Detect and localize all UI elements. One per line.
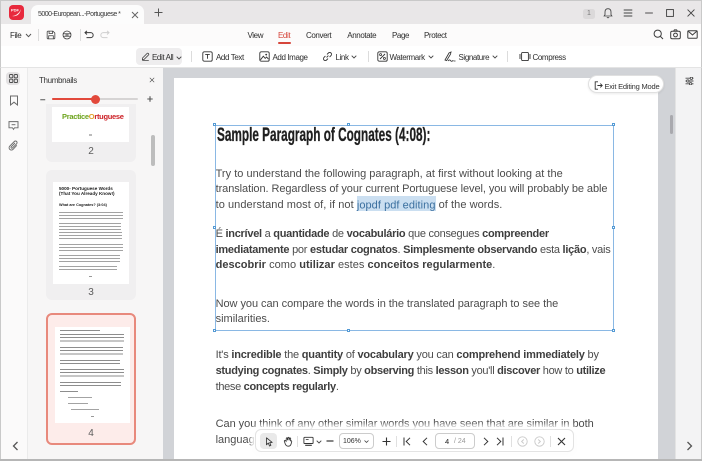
svg-text:PDF: PDF (11, 8, 20, 13)
